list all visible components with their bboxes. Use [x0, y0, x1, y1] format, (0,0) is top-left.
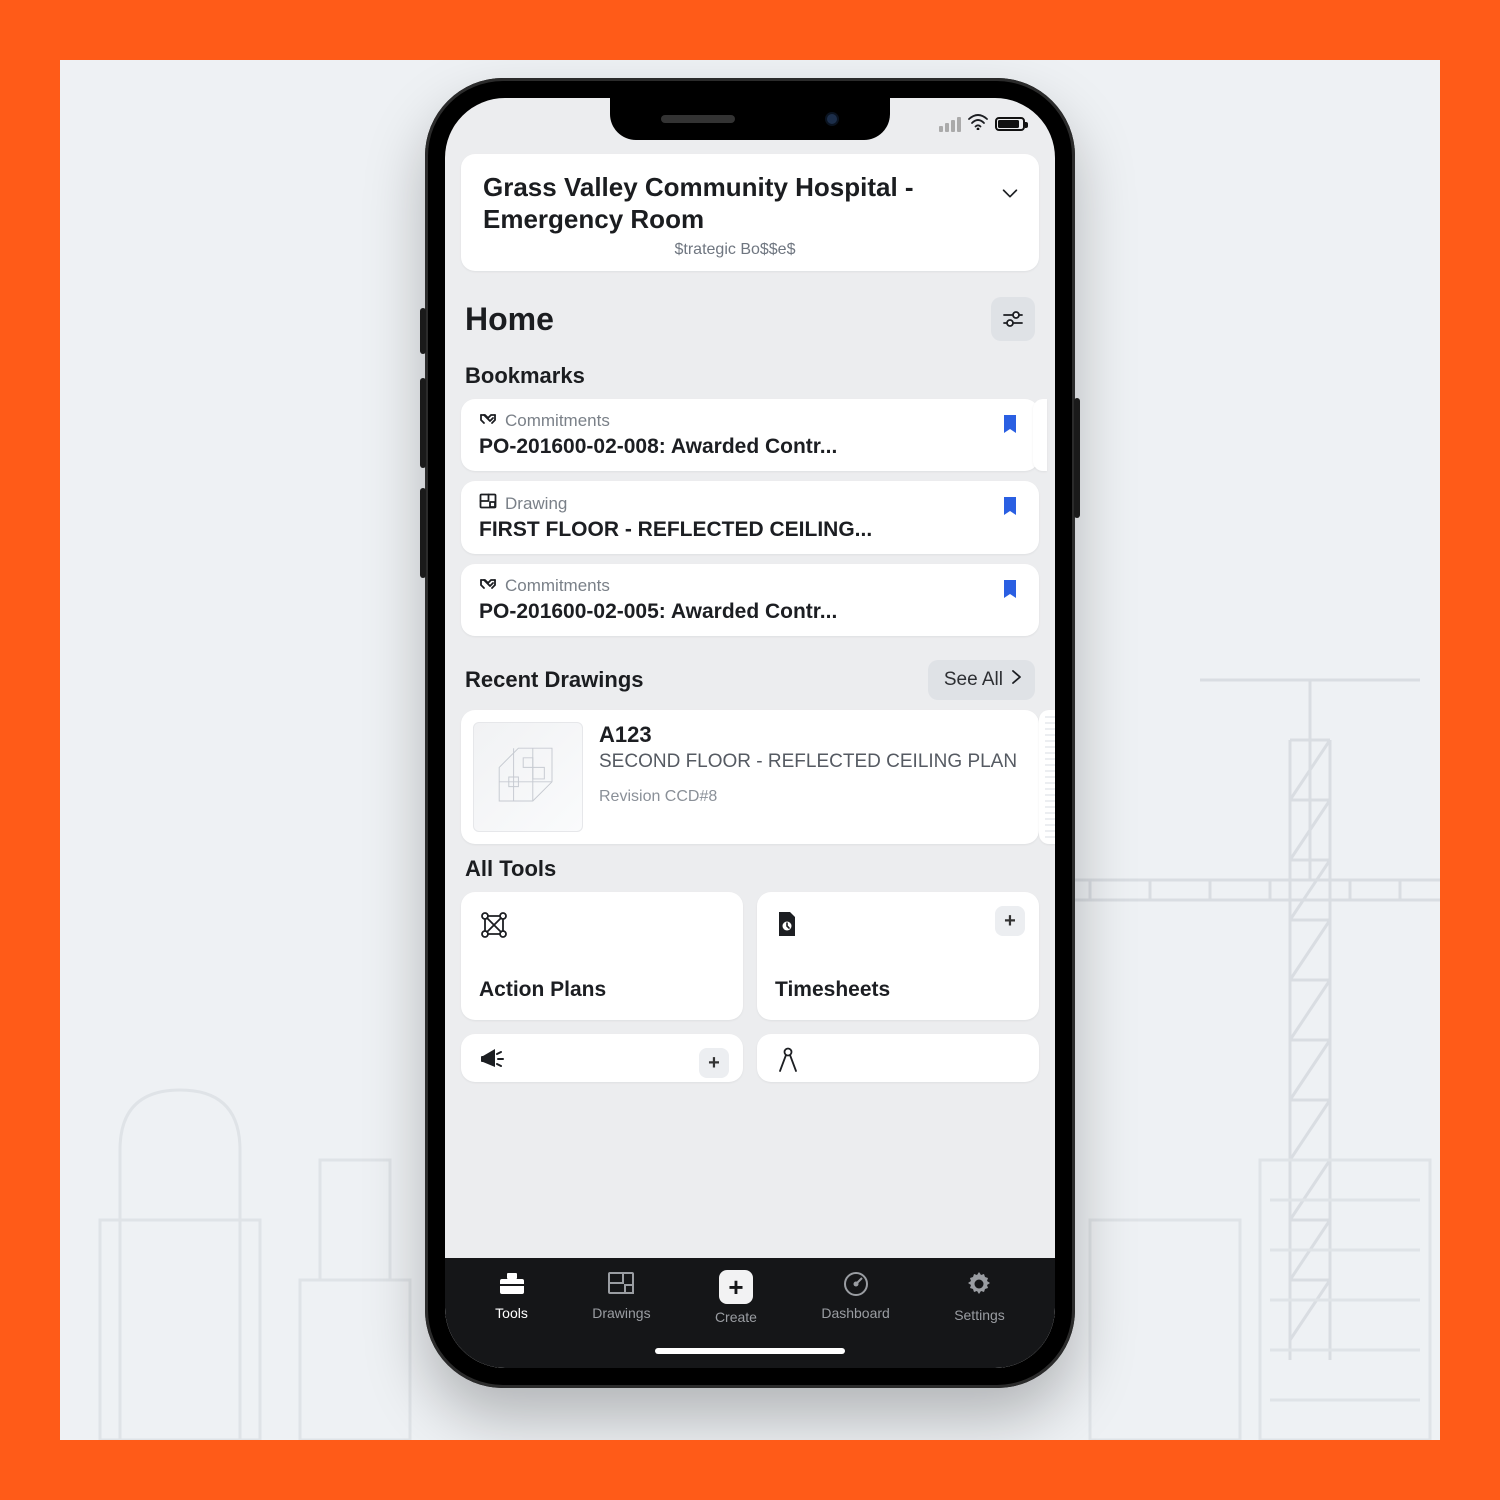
notch — [610, 98, 890, 140]
tab-create[interactable]: + Create — [715, 1270, 757, 1325]
drawing-number: A123 — [599, 722, 1017, 748]
see-all-label: See All — [944, 669, 1003, 691]
bookmark-item[interactable]: Commitments PO-201600-02-005: Awarded Co… — [461, 564, 1039, 636]
tool-add-button[interactable]: + — [699, 1048, 729, 1078]
cell-signal-icon — [939, 117, 961, 132]
bookmark-item[interactable]: Commitments PO-201600-02-008: Awarded Co… — [461, 399, 1039, 471]
phone-frame: Grass Valley Community Hospital - Emerge… — [425, 78, 1075, 1388]
bookmark-title: PO-201600-02-005: Awarded Contr... — [479, 600, 989, 624]
see-all-button[interactable]: See All — [928, 660, 1035, 700]
bookmark-icon — [1001, 578, 1019, 606]
tab-tools[interactable]: Tools — [495, 1270, 528, 1321]
drawing-overflow-peek[interactable] — [1039, 710, 1055, 844]
gear-icon — [965, 1270, 993, 1302]
blueprint-icon — [606, 1270, 636, 1300]
tab-bar: Tools Drawings + Create Dashboard — [445, 1258, 1055, 1368]
status-bar — [939, 114, 1025, 134]
drawing-revision: Revision CCD#8 — [599, 788, 1017, 806]
home-indicator[interactable] — [655, 1348, 845, 1354]
tool-label: Timesheets — [775, 978, 1021, 1002]
bookmark-category: Commitments — [505, 576, 610, 596]
drawing-icon — [479, 493, 497, 514]
chevron-down-icon — [999, 182, 1021, 210]
tab-label: Dashboard — [821, 1305, 890, 1321]
tab-dashboard[interactable]: Dashboard — [821, 1270, 890, 1321]
bookmark-item[interactable]: Drawing FIRST FLOOR - REFLECTED CEILING.… — [461, 481, 1039, 554]
tool-timesheets[interactable]: + Timesheets — [757, 892, 1039, 1020]
handshake-icon — [479, 412, 497, 431]
tool-announcements[interactable]: + — [461, 1034, 743, 1082]
tab-label: Tools — [495, 1305, 528, 1321]
tools-grid: Action Plans + Timesheets + — [445, 892, 1055, 1082]
drawing-description: SECOND FLOOR - REFLECTED CEILING PLAN — [599, 750, 1017, 774]
page-title: Home — [465, 301, 554, 338]
plus-icon: + — [719, 1270, 753, 1304]
tab-label: Settings — [954, 1307, 1005, 1323]
bookmarks-heading: Bookmarks — [445, 351, 1055, 399]
battery-icon — [995, 117, 1025, 131]
nodes-icon — [479, 910, 725, 947]
tool-inspections[interactable] — [757, 1034, 1039, 1082]
drawing-card[interactable]: A123 SECOND FLOOR - REFLECTED CEILING PL… — [461, 710, 1039, 844]
tool-label: Action Plans — [479, 978, 725, 1002]
bookmark-title: PO-201600-02-008: Awarded Contr... — [479, 435, 989, 459]
project-selector[interactable]: Grass Valley Community Hospital - Emerge… — [461, 154, 1039, 271]
tab-label: Drawings — [592, 1305, 650, 1321]
drawing-thumbnail — [473, 722, 583, 832]
tab-drawings[interactable]: Drawings — [592, 1270, 650, 1321]
sliders-icon — [1001, 307, 1025, 331]
project-title: Grass Valley Community Hospital - Emerge… — [483, 172, 987, 235]
file-icon — [775, 910, 1021, 945]
bookmark-category: Drawing — [505, 494, 567, 514]
screen: Grass Valley Community Hospital - Emerge… — [445, 98, 1055, 1368]
wifi-icon — [968, 114, 988, 134]
droplet-icon — [775, 1046, 1021, 1081]
bookmark-icon — [1001, 495, 1019, 523]
gauge-icon — [841, 1270, 871, 1300]
recent-drawings-heading: Recent Drawings — [465, 667, 644, 693]
recent-drawings-list: A123 SECOND FLOOR - REFLECTED CEILING PL… — [445, 710, 1055, 844]
bookmark-icon — [1001, 413, 1019, 441]
tool-action-plans[interactable]: Action Plans — [461, 892, 743, 1020]
project-subtitle: $trategic Bo$$e$ — [483, 241, 987, 259]
bookmark-title: FIRST FLOOR - REFLECTED CEILING... — [479, 518, 989, 542]
chevron-right-icon — [1009, 668, 1023, 692]
toolbox-icon — [497, 1270, 527, 1300]
bookmarks-list: Commitments PO-201600-02-008: Awarded Co… — [445, 399, 1055, 636]
tab-settings[interactable]: Settings — [954, 1270, 1005, 1323]
filter-button[interactable] — [991, 297, 1035, 341]
bookmark-category: Commitments — [505, 411, 610, 431]
megaphone-icon — [479, 1046, 725, 1079]
tab-label: Create — [715, 1309, 757, 1325]
tool-add-button[interactable]: + — [995, 906, 1025, 936]
all-tools-heading: All Tools — [445, 844, 1055, 892]
handshake-icon — [479, 577, 497, 596]
bookmark-overflow-peek[interactable] — [1033, 399, 1047, 471]
